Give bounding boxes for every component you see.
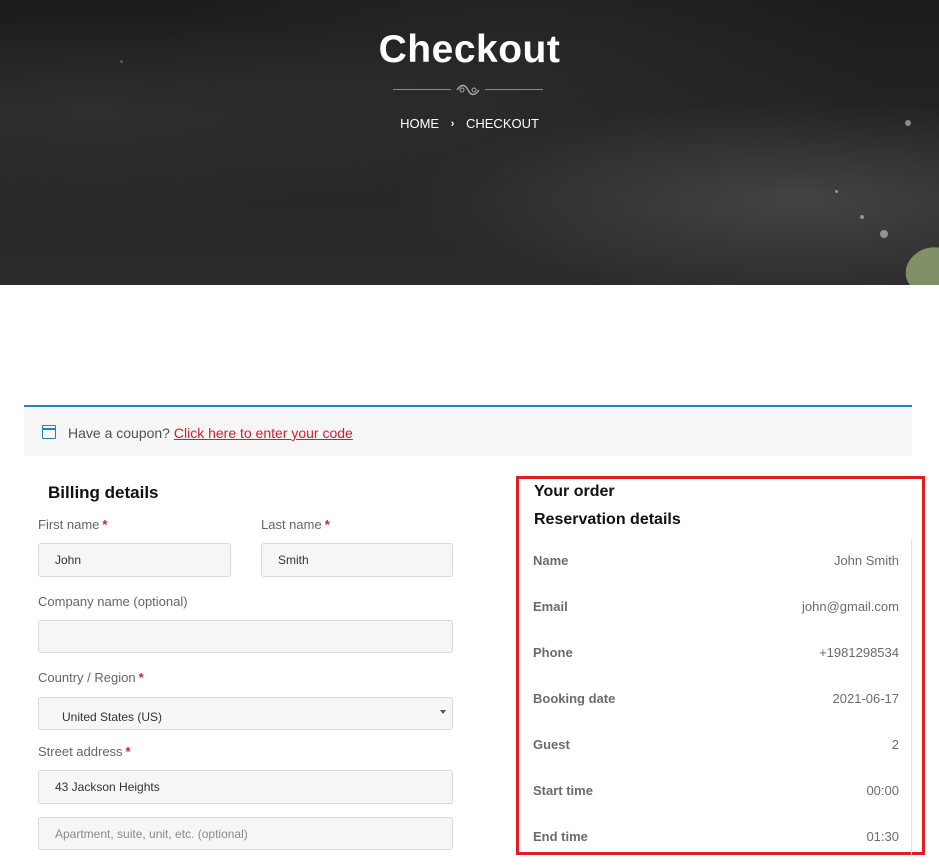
page-title: Checkout [378, 28, 561, 71]
country-region-label: Country / Region * [38, 670, 144, 685]
required-marker: * [102, 517, 108, 532]
first-name-value: John [55, 553, 82, 567]
your-order-heading: Your order [534, 483, 615, 500]
last-name-field[interactable]: Smith [261, 543, 453, 577]
row-value: 2 [891, 737, 899, 752]
street-address-label-text: Street address [38, 744, 123, 759]
breadcrumb: HOME › CHECKOUT [0, 115, 939, 131]
street-address-label: Street address * [38, 744, 131, 759]
row-label: Email [533, 599, 568, 614]
street-address-value: 43 Jackson Heights [55, 780, 160, 794]
table-row: Booking date 2021-06-17 [524, 677, 911, 723]
hero-texture-speck [860, 215, 864, 219]
table-row: Email john@gmail.com [524, 585, 911, 631]
chevron-down-icon [440, 710, 446, 714]
row-value: John Smith [833, 553, 899, 568]
country-region-value: United States (US) [62, 710, 163, 724]
title-ornament-divider [393, 83, 543, 97]
row-value: 2021-06-17 [832, 691, 900, 706]
row-value: 00:00 [866, 783, 899, 798]
row-value: +1981298534 [819, 645, 899, 660]
coupon-message: Have a coupon? Click here to enter your … [68, 425, 353, 441]
reservation-details-table: Name John Smith Email john@gmail.com Pho… [524, 539, 912, 857]
hero-texture-speck [835, 190, 838, 193]
row-label: Name [533, 553, 569, 568]
breadcrumb-current: CHECKOUT [465, 116, 539, 132]
required-marker: * [324, 517, 330, 532]
calendar-icon [42, 425, 56, 439]
coupon-prompt: Have a coupon? [68, 425, 170, 441]
hero-texture-speck [880, 230, 888, 238]
row-label: End time [533, 829, 588, 844]
street-address-field[interactable]: 43 Jackson Heights [38, 770, 453, 804]
first-name-label-text: First name [38, 517, 100, 532]
first-name-field[interactable]: John [38, 543, 231, 577]
reservation-details-heading: Reservation details [534, 511, 681, 528]
enter-coupon-link[interactable]: Click here to enter your code [174, 425, 353, 441]
last-name-label: Last name * [261, 517, 330, 532]
table-row: Phone +1981298534 [524, 631, 911, 677]
row-label: Guest [533, 737, 570, 752]
chevron-right-icon: › [450, 117, 455, 130]
first-name-label: First name * [38, 517, 107, 532]
company-name-label: Company name (optional) [38, 594, 188, 609]
coupon-notice: Have a coupon? Click here to enter your … [24, 405, 912, 456]
page-hero-banner: Checkout HOME › CHECKOUT [0, 0, 939, 285]
required-marker: * [138, 670, 144, 685]
row-label: Start time [533, 783, 593, 798]
table-row: Guest 2 [524, 723, 911, 769]
country-region-select[interactable]: United States (US) [38, 697, 453, 730]
apartment-placeholder: Apartment, suite, unit, etc. (optional) [55, 826, 248, 841]
apartment-field[interactable]: Apartment, suite, unit, etc. (optional) [38, 817, 453, 850]
row-value: john@gmail.com [801, 599, 899, 614]
last-name-value: Smith [278, 553, 309, 567]
decorative-leaf [898, 239, 939, 285]
ornament-icon [456, 84, 480, 96]
required-marker: * [125, 744, 131, 759]
table-row: Start time 00:00 [524, 769, 911, 815]
last-name-label-text: Last name [261, 517, 322, 532]
company-name-field[interactable] [38, 620, 453, 653]
row-value: 01:30 [866, 829, 899, 844]
company-name-label-text: Company name (optional) [38, 594, 188, 609]
billing-details-heading: Billing details [48, 483, 159, 502]
country-region-label-text: Country / Region [38, 670, 136, 685]
row-label: Booking date [533, 691, 616, 706]
table-row: Name John Smith [524, 539, 911, 585]
table-row: End time 01:30 [524, 815, 911, 861]
row-label: Phone [533, 645, 573, 660]
breadcrumb-home-link[interactable]: HOME [400, 116, 439, 131]
